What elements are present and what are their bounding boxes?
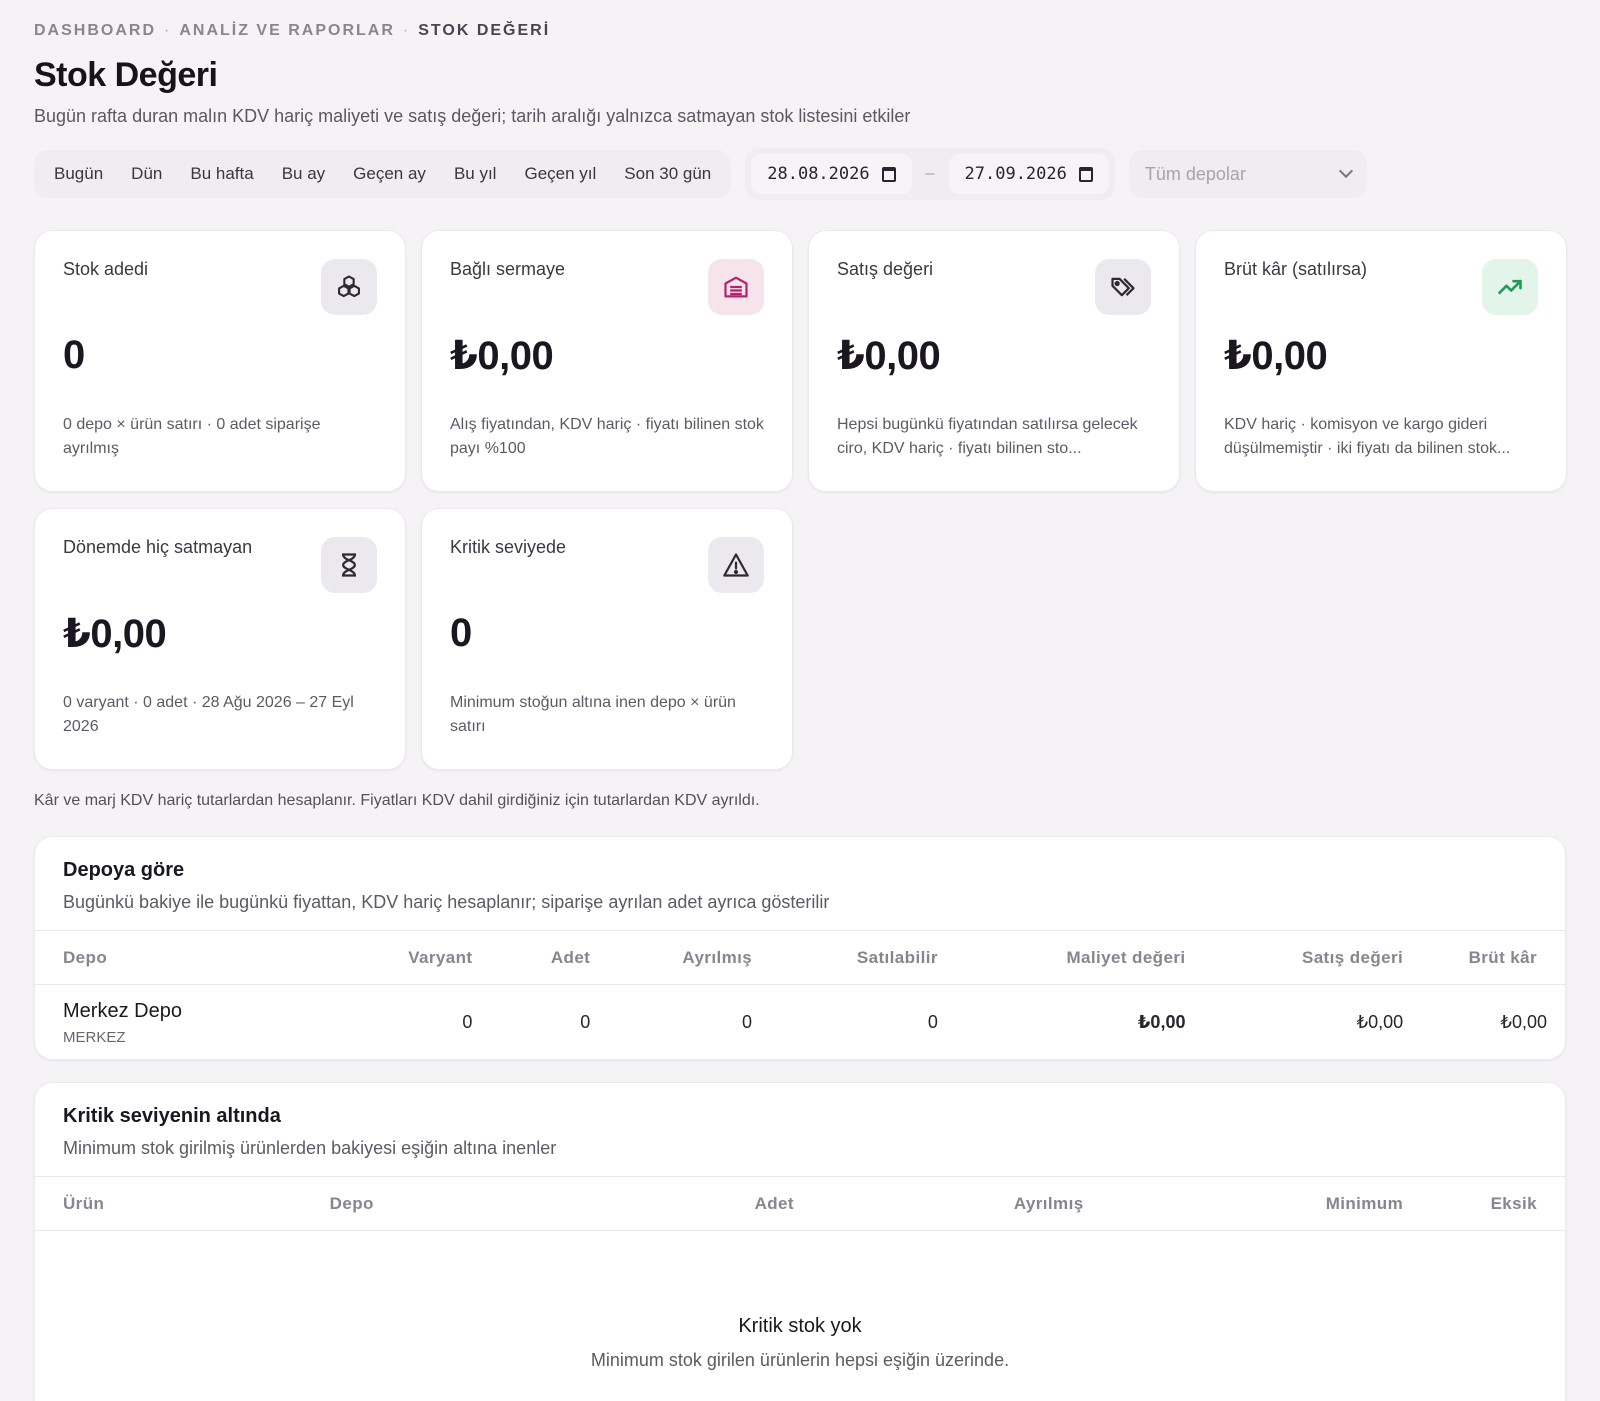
kpi-card-sales-value: Satış değeri ₺0,00 Hepsi bugünkü fiyatın… — [808, 230, 1180, 492]
boxes-icon — [321, 259, 377, 315]
empty-state-subtitle: Minimum stok girilen ürünlerin hepsi eşi… — [590, 1350, 1010, 1370]
depot-cell: Merkez Depo MERKEZ — [35, 985, 345, 1060]
date-to-value: 27.09.2026 — [964, 164, 1067, 184]
table-header-row: Ürün Depo Adet Ayrılmış Minimum Eksik — [35, 1176, 1565, 1231]
date-range: 28.08.2026 – 27.09.2026 — [745, 148, 1115, 200]
breadcrumb-separator: · — [402, 22, 411, 39]
calendar-icon[interactable] — [881, 166, 896, 182]
panel-title: Kritik seviyenin altında — [63, 1105, 281, 1127]
kpi-note: KDV hariç · komisyon ve kargo gideri düş… — [1224, 416, 1511, 457]
col-sellable[interactable]: Satılabilir — [752, 930, 938, 985]
date-from-value: 28.08.2026 — [767, 164, 870, 184]
cell-reserved: 0 — [742, 1012, 753, 1033]
breadcrumb: DASHBOARD · ANALİZ VE RAPORLAR · STOK DE… — [34, 22, 550, 40]
kpi-card-tied-capital: Bağlı sermaye ₺0,00 Alış fiyatından, KDV… — [421, 230, 793, 492]
tags-icon — [1095, 259, 1151, 315]
cell-variant: 0 — [462, 1012, 473, 1033]
panel-subtitle: Minimum stok girilmiş ürünlerden bakiyes… — [63, 1138, 557, 1158]
col-product[interactable]: Ürün — [35, 1176, 295, 1231]
calendar-icon[interactable] — [1078, 166, 1093, 182]
col-qty[interactable]: Adet — [472, 930, 591, 985]
page-title: Stok Değeri — [34, 56, 218, 94]
kpi-card-gross-profit: Brüt kâr (satılırsa) ₺0,00 KDV hariç · k… — [1195, 230, 1567, 492]
empty-state: Kritik stok yok Minimum stok girilen ürü… — [35, 1315, 1565, 1371]
depot-select[interactable]: Tüm depolar — [1128, 150, 1367, 198]
page-subtitle: Bugün rafta duran malın KDV hariç maliye… — [34, 106, 911, 126]
kpi-card-critical: Kritik seviyede 0 Minimum stoğun altına … — [421, 508, 793, 770]
breadcrumb-dashboard[interactable]: DASHBOARD — [34, 22, 156, 40]
preset-this-year[interactable]: Bu yıl — [440, 154, 511, 194]
table-row[interactable]: Merkez Depo MERKEZ 0 0 0 0 ₺0,00 ₺0,00 ₺… — [35, 985, 1565, 1060]
kpi-card-unsold: Dönemde hiç satmayan ₺0,00 0 varyant · 0… — [34, 508, 406, 770]
date-range-separator: – — [925, 165, 935, 182]
empty-state-title: Kritik stok yok — [738, 1315, 862, 1337]
depot-code: MERKEZ — [63, 1028, 126, 1046]
chevron-down-icon — [1338, 163, 1353, 179]
filter-bar: Bugün Dün Bu hafta Bu ay Geçen ay Bu yıl… — [34, 148, 1367, 200]
cell-sellable: 0 — [927, 1012, 938, 1033]
col-reserved[interactable]: Ayrılmış — [590, 930, 753, 985]
kpi-card-stock-qty: Stok adedi 0 0 depo × ürün satırı · 0 ad… — [34, 230, 406, 492]
critical-stock-panel: Kritik seviyenin altında Minimum stok gi… — [34, 1082, 1566, 1401]
kpi-value: ₺0,00 — [1224, 334, 1328, 378]
by-depot-panel: Depoya göre Bugünkü bakiye ile bugünkü f… — [34, 836, 1566, 1060]
col-depot[interactable]: Depo — [35, 930, 345, 985]
table-header-row: Depo Varyant Adet Ayrılmış Satılabilir M… — [35, 930, 1565, 985]
cell-gross-profit: ₺0,00 — [1500, 1012, 1548, 1033]
preset-this-week[interactable]: Bu hafta — [176, 154, 267, 194]
preset-this-month[interactable]: Bu ay — [268, 154, 339, 194]
col-reserved[interactable]: Ayrılmış — [793, 1176, 1084, 1231]
kpi-value: 0 — [63, 333, 85, 377]
col-missing[interactable]: Eksik — [1403, 1176, 1565, 1231]
col-qty[interactable]: Adet — [614, 1176, 794, 1231]
depot-name: Merkez Depo — [63, 999, 182, 1022]
col-depot[interactable]: Depo — [294, 1176, 615, 1231]
warning-icon — [708, 537, 764, 593]
kpi-note: 0 depo × ürün satırı · 0 adet siparişe a… — [63, 416, 321, 457]
critical-stock-table: Ürün Depo Adet Ayrılmış Minimum Eksik — [35, 1176, 1565, 1231]
cell-sales-value: ₺0,00 — [1356, 1012, 1404, 1033]
preset-yesterday[interactable]: Dün — [117, 154, 176, 194]
kpi-value: ₺0,00 — [837, 334, 941, 378]
col-minimum[interactable]: Minimum — [1083, 1176, 1404, 1231]
breadcrumb-analytics[interactable]: ANALİZ VE RAPORLAR — [179, 22, 395, 40]
kpi-note: Hepsi bugünkü fiyatından satılırsa gelec… — [837, 416, 1138, 457]
preset-last-30-days[interactable]: Son 30 gün — [610, 154, 725, 194]
kpi-note: Minimum stoğun altına inen depo × ürün s… — [450, 694, 736, 735]
date-preset-group: Bugün Dün Bu hafta Bu ay Geçen ay Bu yıl… — [34, 150, 732, 198]
cell-qty: 0 — [580, 1012, 591, 1033]
date-to-input[interactable]: 27.09.2026 — [948, 154, 1109, 194]
kpi-value: ₺0,00 — [450, 334, 554, 378]
col-variant[interactable]: Varyant — [344, 930, 473, 985]
preset-last-year[interactable]: Geçen yıl — [510, 154, 610, 194]
panel-title: Depoya göre — [63, 859, 185, 881]
date-from-input[interactable]: 28.08.2026 — [751, 154, 912, 194]
warehouse-icon — [708, 259, 764, 315]
kpi-value: ₺0,00 — [63, 612, 167, 656]
preset-last-month[interactable]: Geçen ay — [339, 154, 440, 194]
breadcrumb-current: STOK DEĞERİ — [418, 22, 551, 39]
col-sales-value[interactable]: Satış değeri — [1185, 930, 1404, 985]
preset-today[interactable]: Bugün — [40, 154, 117, 194]
hourglass-icon — [321, 537, 377, 593]
breadcrumb-separator: · — [164, 22, 172, 39]
vat-note: Kâr ve marj KDV hariç tutarlardan hesapl… — [34, 792, 760, 809]
page: DASHBOARD · ANALİZ VE RAPORLAR · STOK DE… — [0, 0, 1600, 1401]
kpi-note: Alış fiyatından, KDV hariç · fiyatı bili… — [450, 416, 764, 457]
col-gross-profit[interactable]: Brüt kâr — [1403, 930, 1565, 985]
cell-cost-value: ₺0,00 — [1137, 1012, 1186, 1033]
panel-subtitle: Bugünkü bakiye ile bugünkü fiyattan, KDV… — [63, 892, 830, 912]
by-depot-table: Depo Varyant Adet Ayrılmış Satılabilir M… — [35, 930, 1565, 1060]
col-cost-value[interactable]: Maliyet değeri — [937, 930, 1186, 985]
trending-up-icon — [1482, 259, 1538, 315]
kpi-value: 0 — [450, 611, 472, 655]
kpi-note: 0 varyant · 0 adet · 28 Ağu 2026 – 27 Ey… — [63, 694, 354, 735]
depot-select-placeholder: Tüm depolar — [1144, 163, 1246, 184]
